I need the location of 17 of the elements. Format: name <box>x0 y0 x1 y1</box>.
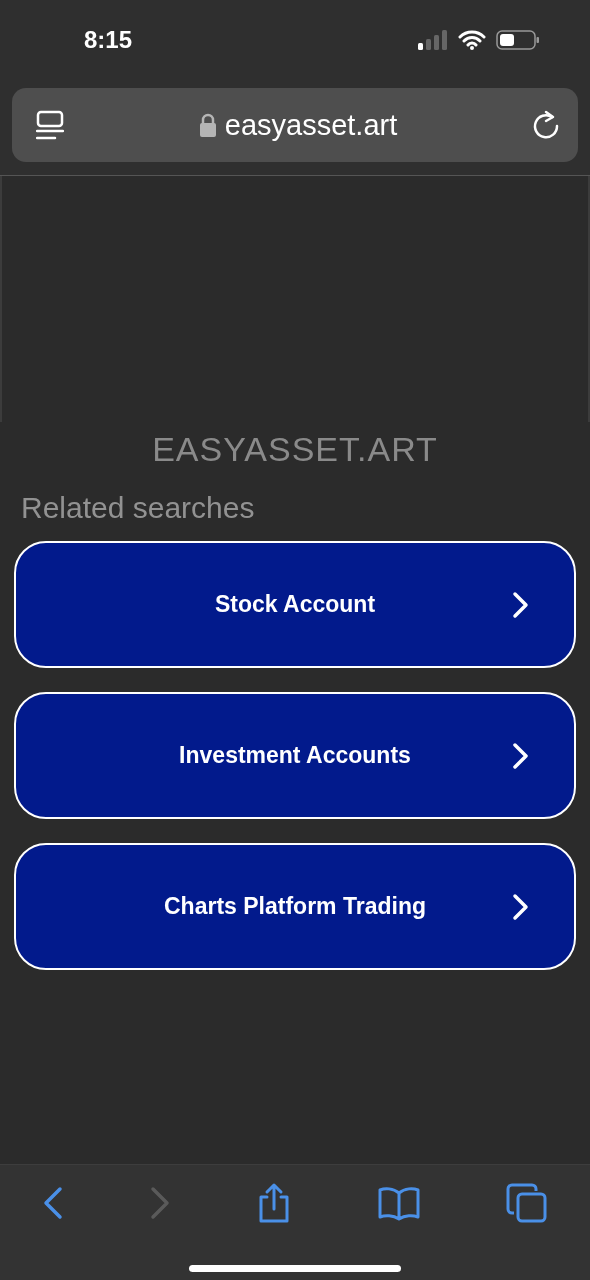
reader-icon[interactable] <box>36 110 64 140</box>
search-link[interactable]: Stock Account <box>14 541 576 668</box>
url-text[interactable]: easyasset.art <box>224 108 398 142</box>
signal-icon <box>418 30 448 50</box>
lock-icon <box>198 113 217 137</box>
search-link[interactable]: Charts Platform Trading <box>14 843 576 970</box>
chevron-icon <box>512 892 530 921</box>
chevron-icon <box>512 741 530 770</box>
wifi-icon <box>458 30 486 50</box>
section-title: Related searches <box>21 491 256 525</box>
status-time: 8:15 <box>84 26 133 54</box>
search-link[interactable]: Investment Accounts <box>14 692 576 819</box>
battery-icon <box>496 30 540 50</box>
site-title: EASYASSET.ART <box>151 430 439 469</box>
reload-icon[interactable] <box>532 110 560 140</box>
chevron-icon <box>512 590 530 619</box>
address-bar[interactable]: easyasset.art <box>12 88 578 162</box>
